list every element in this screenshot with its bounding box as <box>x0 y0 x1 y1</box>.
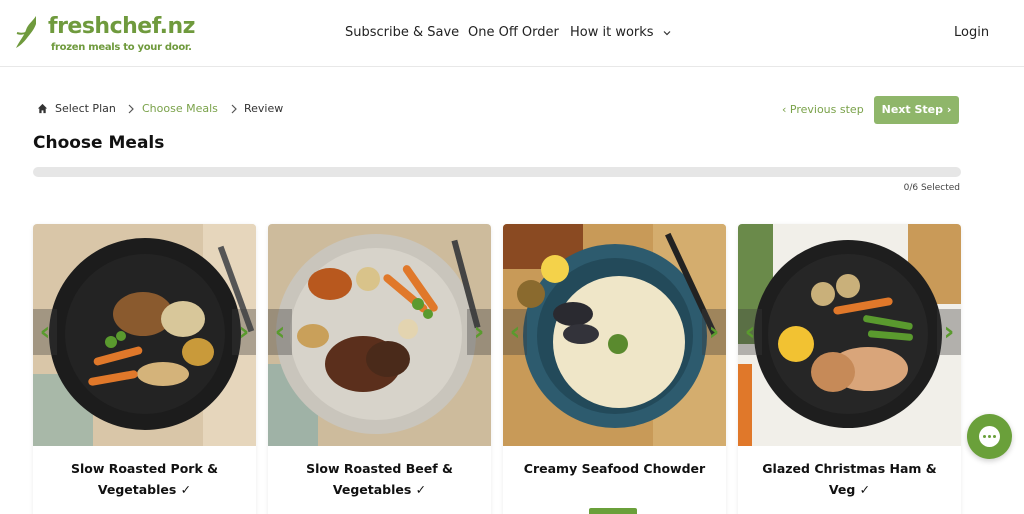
breadcrumb-choose-meals[interactable]: Choose Meals <box>142 102 218 115</box>
nav-how-it-works[interactable]: How it works <box>570 25 672 40</box>
chevron-right-icon <box>231 104 237 114</box>
carousel-prev-button[interactable]: ‹ <box>268 309 292 355</box>
chat-dot <box>993 435 996 438</box>
chat-button[interactable] <box>967 414 1012 459</box>
meal-image-roast-beef <box>268 224 491 446</box>
meal-image-christmas-ham <box>738 224 961 446</box>
carousel-prev-button[interactable]: ‹ <box>503 309 527 355</box>
carousel-next-button[interactable]: › <box>467 309 491 355</box>
brand-name: freshchef.nz <box>48 14 195 39</box>
breadcrumb-review[interactable]: Review <box>244 102 283 115</box>
meal-image-seafood-chowder <box>503 224 726 446</box>
selection-progress-bar <box>33 167 961 177</box>
next-step-button[interactable]: Next Step › <box>874 96 959 124</box>
carousel-prev-button[interactable]: ‹ <box>33 309 57 355</box>
carousel-next-button[interactable]: › <box>937 309 961 355</box>
brand-logo[interactable]: freshchef.nz frozen meals to your door. <box>14 12 214 56</box>
previous-step-link[interactable]: ‹ Previous step <box>782 103 864 116</box>
carousel-prev-button[interactable]: ‹ <box>738 309 762 355</box>
meal-card[interactable]: ‹ › Creamy Seafood Chowder <box>503 224 726 514</box>
meal-card[interactable]: ‹ › Glazed Christmas Ham & Veg ✓ <box>738 224 961 514</box>
page-title: Choose Meals <box>33 133 165 153</box>
carousel-next-button[interactable]: › <box>702 309 726 355</box>
meal-card[interactable]: ‹ › Slow Roasted Beef & Vegetables ✓ <box>268 224 491 514</box>
meal-image-roast-pork <box>33 224 256 446</box>
meal-title: Slow Roasted Pork & Vegetables ✓ <box>70 461 219 497</box>
chat-dot <box>988 435 991 438</box>
nav-one-off-order[interactable]: One Off Order <box>468 25 559 40</box>
nav-how-it-works-label: How it works <box>570 25 654 40</box>
chat-bubble-icon <box>979 426 1000 447</box>
nz-leaf-icon <box>16 16 36 48</box>
meal-card[interactable]: ‹ › Slow Roasted Pork & Vegetables ✓ <box>33 224 256 514</box>
breadcrumb-select-plan[interactable]: Select Plan <box>55 102 116 115</box>
login-link[interactable]: Login <box>954 25 989 40</box>
home-icon[interactable] <box>37 103 48 114</box>
site-header: freshchef.nz frozen meals to your door. … <box>0 0 1024 67</box>
carousel-next-button[interactable]: › <box>232 309 256 355</box>
meal-title: Creamy Seafood Chowder <box>523 461 706 476</box>
meal-title: Glazed Christmas Ham & Veg ✓ <box>762 461 937 497</box>
chevron-down-icon <box>663 30 671 35</box>
chat-dot <box>983 435 986 438</box>
brand-tagline: frozen meals to your door. <box>51 42 192 53</box>
selected-count: 0/6 Selected <box>903 183 960 193</box>
chevron-right-icon <box>128 104 134 114</box>
meal-title: Slow Roasted Beef & Vegetables ✓ <box>306 461 453 497</box>
nav-subscribe-save[interactable]: Subscribe & Save <box>345 25 459 40</box>
add-meal-button[interactable] <box>589 508 637 514</box>
